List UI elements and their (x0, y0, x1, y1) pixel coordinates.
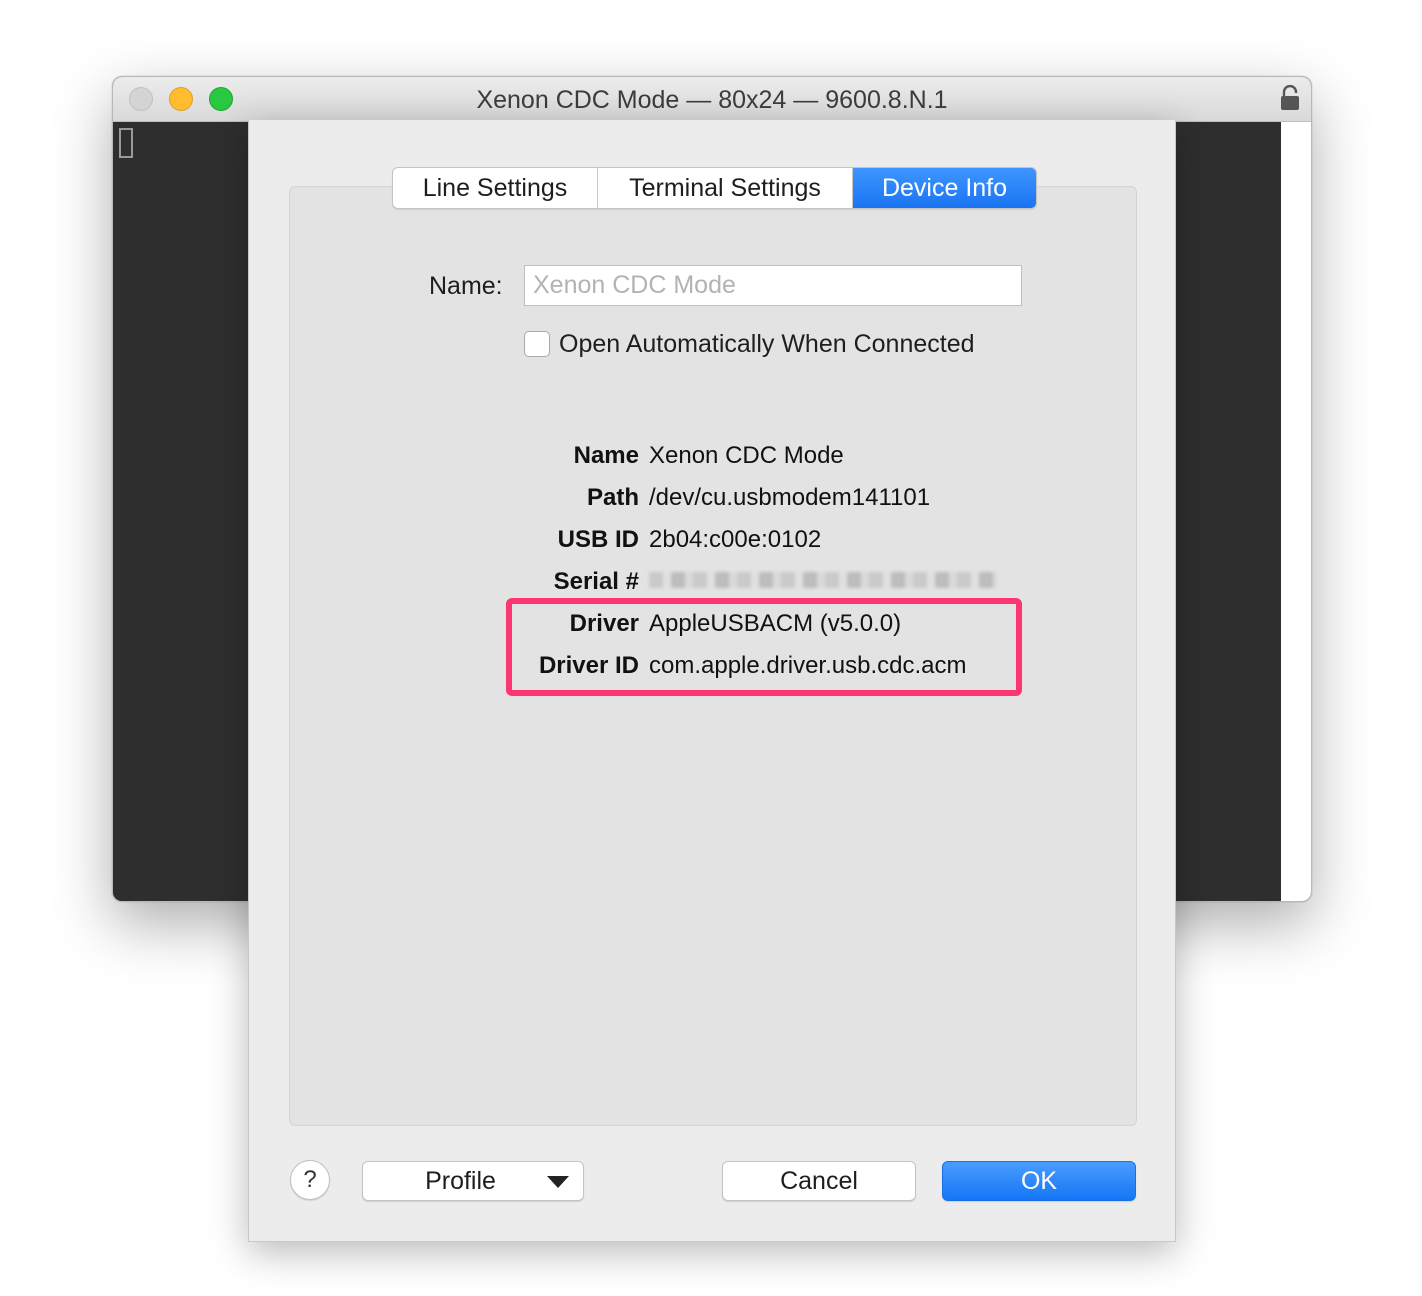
info-row-serial: Serial # (249, 568, 1177, 602)
info-key-path: Path (586, 484, 639, 511)
auto-open-checkbox[interactable] (524, 331, 550, 357)
tab-line-settings[interactable]: Line Settings (393, 168, 598, 208)
info-value-path: /dev/cu.usbmodem141101 (649, 484, 931, 511)
window-title: Xenon CDC Mode — 80x24 — 9600.8.N.1 (476, 86, 948, 114)
info-key-name: Name (573, 442, 639, 469)
tab-device-info[interactable]: Device Info (853, 168, 1036, 208)
info-value-name: Xenon CDC Mode (649, 442, 844, 469)
auto-open-label[interactable]: Open Automatically When Connected (559, 330, 975, 359)
name-field-label: Name: (429, 272, 503, 300)
terminal-scrollbar[interactable] (1281, 122, 1311, 901)
cancel-button[interactable]: Cancel (722, 1161, 916, 1201)
settings-sheet: Line Settings Terminal Settings Device I… (248, 120, 1176, 1242)
info-key-usb-id: USB ID (557, 526, 639, 553)
ok-button[interactable]: OK (942, 1161, 1136, 1201)
help-button[interactable]: ? (290, 1160, 330, 1200)
tab-bar: Line Settings Terminal Settings Device I… (392, 167, 1037, 209)
info-key-serial: Serial # (553, 568, 639, 595)
info-row-path: Path /dev/cu.usbmodem141101 (249, 484, 1177, 518)
info-value-usb-id: 2b04:c00e:0102 (649, 526, 822, 553)
driver-highlight-box (506, 598, 1022, 696)
info-row-usb-id: USB ID 2b04:c00e:0102 (249, 526, 1177, 560)
title-bar[interactable]: Xenon CDC Mode — 80x24 — 9600.8.N.1 (113, 77, 1311, 122)
info-row-name: Name Xenon CDC Mode (249, 442, 1177, 476)
triangle-down-icon (547, 1176, 569, 1188)
serial-value-redacted (649, 572, 997, 588)
terminal-cursor (119, 128, 133, 158)
profile-popup-button[interactable]: Profile (362, 1161, 584, 1201)
name-input[interactable] (524, 265, 1022, 306)
profile-button-label: Profile (425, 1167, 496, 1195)
tab-terminal-settings[interactable]: Terminal Settings (598, 168, 853, 208)
lock-icon (1281, 85, 1299, 110)
